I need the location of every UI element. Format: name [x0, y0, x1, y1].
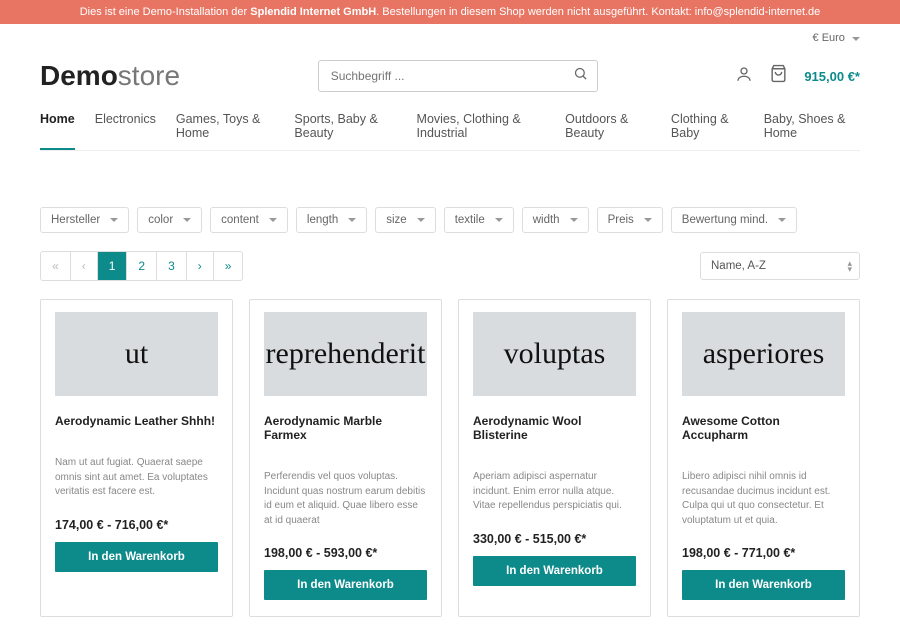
product-description: Perferendis vel quos voluptas. Incidunt …: [264, 470, 427, 528]
demo-banner: Dies ist eine Demo-Installation der Sple…: [0, 0, 900, 24]
product-grid: ut Aerodynamic Leather Shhh! Nam ut aut fu…: [40, 299, 860, 617]
filter-color[interactable]: color: [137, 207, 202, 233]
page-«: «: [41, 252, 71, 280]
product-card: asperiores Awesome Cotton Accupharm Libero…: [667, 299, 860, 617]
product-description: Nam ut aut fugiat. Quaerat saepe omnis s…: [55, 456, 218, 500]
product-price: 174,00 € - 716,00 €*: [55, 518, 218, 532]
nav-item-3[interactable]: Sports, Baby & Beauty: [294, 112, 396, 150]
product-image[interactable]: voluptas: [473, 312, 636, 396]
product-title[interactable]: Aerodynamic Marble Farmex: [264, 414, 427, 442]
chevron-down-icon: [644, 218, 652, 222]
pagination: «‹123›»: [40, 251, 243, 281]
chevron-down-icon: [183, 218, 191, 222]
nav-item-2[interactable]: Games, Toys & Home: [176, 112, 275, 150]
product-description: Libero adipisci nihil omnis id recusanda…: [682, 470, 845, 528]
product-title[interactable]: Aerodynamic Wool Blisterine: [473, 414, 636, 442]
chevron-down-icon: [495, 218, 503, 222]
page-2[interactable]: 2: [127, 252, 157, 280]
nav-item-6[interactable]: Clothing & Baby: [671, 112, 744, 150]
page-»[interactable]: »: [214, 252, 243, 280]
logo[interactable]: Demostore: [40, 60, 180, 92]
chevron-down-icon: [269, 218, 277, 222]
chevron-down-icon: [852, 37, 860, 41]
filter-length[interactable]: length: [296, 207, 367, 233]
nav-item-7[interactable]: Baby, Shoes & Home: [764, 112, 860, 150]
product-title[interactable]: Awesome Cotton Accupharm: [682, 414, 845, 442]
filter-hersteller[interactable]: Hersteller: [40, 207, 129, 233]
product-image[interactable]: ut: [55, 312, 218, 396]
search-form: [318, 60, 598, 92]
chevron-down-icon: [570, 218, 578, 222]
product-card: voluptas Aerodynamic Wool Blisterine Aperi…: [458, 299, 651, 617]
filter-row: Hersteller color content length size textile w…: [40, 207, 860, 233]
add-to-cart-button[interactable]: In den Warenkorb: [264, 570, 427, 600]
filter-textile[interactable]: textile: [444, 207, 514, 233]
currency-switcher[interactable]: € Euro: [813, 32, 860, 44]
page-›[interactable]: ›: [187, 252, 214, 280]
sort-select[interactable]: Name, A-Z ▴▾: [700, 252, 860, 280]
product-price: 198,00 € - 593,00 €*: [264, 546, 427, 560]
filter-preis[interactable]: Preis: [597, 207, 663, 233]
product-price: 198,00 € - 771,00 €*: [682, 546, 845, 560]
search-input[interactable]: [318, 60, 598, 92]
add-to-cart-button[interactable]: In den Warenkorb: [473, 556, 636, 586]
product-card: reprehenderit Aerodynamic Marble Farmex Pe…: [249, 299, 442, 617]
product-card: ut Aerodynamic Leather Shhh! Nam ut aut fu…: [40, 299, 233, 617]
product-image[interactable]: reprehenderit: [264, 312, 427, 396]
add-to-cart-button[interactable]: In den Warenkorb: [55, 542, 218, 572]
product-image[interactable]: asperiores: [682, 312, 845, 396]
filter-size[interactable]: size: [375, 207, 435, 233]
product-title[interactable]: Aerodynamic Leather Shhh!: [55, 414, 218, 428]
account-icon[interactable]: [735, 65, 753, 88]
product-description: Aperiam adipisci aspernatur incidunt. En…: [473, 470, 636, 514]
cart-total[interactable]: 915,00 €*: [804, 69, 860, 84]
nav-item-0[interactable]: Home: [40, 112, 75, 150]
filter-width[interactable]: width: [522, 207, 589, 233]
chevron-down-icon: [348, 218, 356, 222]
nav-item-4[interactable]: Movies, Clothing & Industrial: [417, 112, 546, 150]
nav-item-5[interactable]: Outdoors & Beauty: [565, 112, 651, 150]
product-price: 330,00 € - 515,00 €*: [473, 532, 636, 546]
search-icon[interactable]: [573, 66, 588, 86]
nav-item-1[interactable]: Electronics: [95, 112, 156, 150]
chevron-down-icon: [417, 218, 425, 222]
page-‹: ‹: [71, 252, 98, 280]
select-arrows-icon: ▴▾: [847, 260, 852, 272]
filter-content[interactable]: content: [210, 207, 288, 233]
page-1[interactable]: 1: [98, 252, 128, 280]
main-nav: Home Electronics Games, Toys & Home Sports,…: [40, 108, 860, 151]
filter-bewertung-mind.[interactable]: Bewertung mind.: [671, 207, 797, 233]
chevron-down-icon: [778, 218, 786, 222]
cart-icon[interactable]: [769, 64, 788, 88]
page-3[interactable]: 3: [157, 252, 187, 280]
add-to-cart-button[interactable]: In den Warenkorb: [682, 570, 845, 600]
chevron-down-icon: [110, 218, 118, 222]
